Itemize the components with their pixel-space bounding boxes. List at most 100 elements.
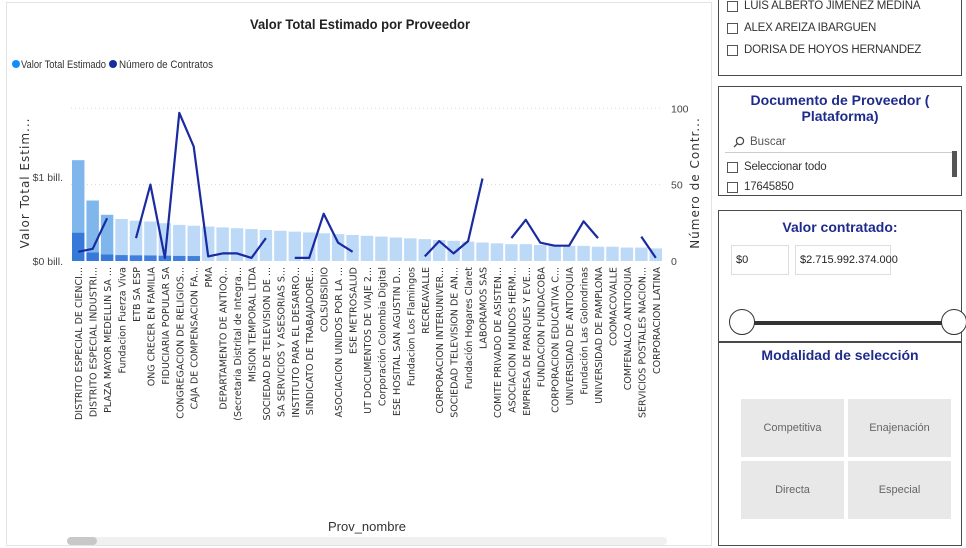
x-tick-label: ETB SA ESP — [132, 267, 143, 322]
y-tick-label-right: 50 — [671, 180, 683, 192]
y-tick-label-right: 100 — [671, 103, 689, 115]
bar — [173, 224, 186, 261]
x-tick-label: Fundación Hogares Claret — [464, 267, 475, 390]
list-item[interactable]: ALEX AREIZA IBARGUEN — [719, 17, 961, 39]
bar — [432, 240, 446, 261]
range-slider-max-handle[interactable] — [941, 309, 966, 335]
bar — [331, 234, 345, 261]
bar — [187, 225, 200, 261]
select-all-item[interactable]: Seleccionar todo — [719, 157, 961, 177]
x-tick-label: Corporación Colombia Digital — [377, 267, 388, 406]
x-tick-label: DISTRITO ESPECIAL DE CIENCI... — [74, 267, 85, 420]
slicer-documento-proveedor: Documento de Proveedor ( Plataforma) Bus… — [718, 86, 962, 196]
scrollbar-thumb[interactable] — [67, 537, 97, 545]
min-value-input[interactable]: $0 — [731, 245, 789, 275]
chart-panel: Valor Total Estimado por Proveedor Valor … — [6, 2, 712, 546]
x-tick-label: FUNDACION FUNDACOBA — [536, 267, 547, 388]
x-tick-label: SA SERVICIOS Y ASESORIAS S... — [276, 267, 287, 417]
bar — [562, 245, 576, 261]
bar — [577, 245, 590, 261]
slicer-provider-names: LUIS ALBERTO JIMENEZ MEDINA ALEX AREIZA … — [718, 0, 962, 76]
list-item[interactable]: LUIS ALBERTO JIMENEZ MEDINA — [719, 0, 961, 17]
x-tick-label: CORPORACION EDUCATIVA C... — [551, 267, 562, 413]
bar — [389, 237, 403, 261]
x-tick-label: CORPORACION LATINA — [652, 267, 663, 374]
bar-segment — [86, 252, 99, 261]
tile-directa[interactable]: Directa — [741, 461, 844, 519]
bar — [635, 247, 648, 261]
x-tick-label: SERVICIOS POSTALES NACION... — [637, 267, 648, 418]
x-tick-label: SOCIEDAD TELEVISION DE AN... — [450, 267, 461, 418]
tile-especial[interactable]: Especial — [848, 461, 951, 519]
bar — [490, 243, 504, 261]
search-icon — [733, 136, 745, 148]
x-tick-label: UNIVERSIDAD DE ANTIOQUIA — [565, 267, 576, 406]
tile-enajenacion[interactable]: Enajenación — [848, 399, 951, 457]
list-item[interactable]: DORISA DE HOYOS HERNANDEZ — [719, 39, 961, 61]
y-axis-title-right: Número de Contr... — [688, 117, 702, 249]
y-tick-label-right: 0 — [671, 256, 677, 268]
x-tick-label: SOCIEDAD DE TELEVISION DE ... — [262, 267, 273, 421]
y-tick-label-left: $0 bill. — [33, 256, 63, 268]
bar-segment — [129, 255, 143, 261]
bar — [144, 221, 157, 261]
x-tick-label: ASOCIACION MUNDOS HERM... — [507, 267, 518, 413]
chart-horizontal-scrollbar[interactable] — [67, 537, 667, 545]
x-tick-label: PMA — [204, 267, 215, 288]
x-tick-label: Fundacion Fuerza Viva — [118, 267, 129, 373]
checkbox[interactable] — [727, 0, 738, 12]
legend-label-valor: Valor Total Estimado — [21, 59, 106, 71]
x-tick-label: Fundación Las Golondrinas — [580, 267, 591, 395]
bar — [375, 236, 388, 261]
x-tick-label: RECREAVALLE — [421, 267, 432, 334]
checkbox[interactable] — [727, 161, 738, 173]
range-slider-min-handle[interactable] — [729, 309, 755, 335]
range-slider-track[interactable] — [739, 321, 951, 325]
x-tick-label: ESE HOSITAL SAN AGUSTIN D... — [392, 267, 403, 416]
bar — [100, 214, 114, 261]
list-item-label: 17645850 — [744, 181, 794, 193]
list-item-label: DORISA DE HOYOS HERNANDEZ — [744, 44, 922, 56]
checkbox[interactable] — [727, 22, 738, 34]
x-tick-label: SINDICATO DE TRABAJADORE... — [305, 267, 316, 415]
bar — [591, 246, 605, 261]
bar — [129, 220, 143, 261]
max-value-input[interactable]: $2.715.992.374.000 — [795, 245, 898, 275]
x-tick-label: PLAZA MAYOR MEDELLIN SA ... — [103, 267, 114, 413]
filter-panel: LUIS ALBERTO JIMENEZ MEDINA ALEX AREIZA … — [714, 0, 966, 548]
x-tick-label: UT DOCUMENTOS DE VIAJE 2... — [363, 267, 374, 414]
bar — [404, 238, 417, 261]
tile-grid: Competitiva Enajenación Directa Especial — [741, 399, 951, 519]
x-tick-label: LABORAMOS SAS — [479, 267, 490, 349]
list-item-label: LUIS ALBERTO JIMENEZ MEDINA — [744, 0, 921, 12]
tile-competitiva[interactable]: Competitiva — [741, 399, 844, 457]
x-tick-label: CONGREGACION DE RELIGIOS... — [175, 267, 186, 419]
x-tick-label: COOMACOVALLE — [609, 267, 620, 346]
x-tick-label: ASOCIACION UNIDOS POR LA ... — [334, 267, 345, 417]
bar — [620, 247, 634, 261]
select-all-label: Seleccionar todo — [744, 161, 827, 173]
search-input[interactable]: Buscar — [725, 132, 955, 153]
x-tick-label: (Secretaria Distrital de Integra... — [233, 267, 244, 421]
legend-marker-valor — [12, 60, 20, 68]
bar-segment — [144, 255, 157, 261]
x-tick-label: COLSUBSIDIO — [320, 267, 331, 332]
x-tick-label: DEPARTAMENTO DE ANTIOQ... — [219, 267, 230, 410]
bar — [476, 242, 489, 261]
legend-label-contratos: Número de Contratos — [119, 59, 213, 71]
bar — [548, 245, 561, 261]
bar — [274, 230, 287, 261]
x-tick-label: CORPORACION INTERUNIVER... — [435, 267, 446, 414]
slicer-valor-contratado: Valor contratado: $0 $2.715.992.374.000 — [718, 210, 966, 342]
x-tick-label: DISTRITO ESPECIAL INDUSTRI... — [89, 267, 100, 417]
chart-title: Valor Total Estimado por Proveedor — [250, 16, 471, 32]
checkbox[interactable] — [727, 44, 738, 56]
checkbox[interactable] — [727, 181, 738, 193]
bar — [505, 244, 518, 261]
list-item[interactable]: 17645850 — [719, 177, 961, 197]
slicer-title: Valor contratado: — [782, 219, 898, 235]
list-scrollbar[interactable] — [952, 151, 957, 177]
slicer-title: Documento de Proveedor ( Plataforma) — [750, 92, 930, 124]
bar — [115, 219, 128, 261]
x-tick-label: COMFENALCO ANTIOQUIA — [623, 267, 634, 391]
